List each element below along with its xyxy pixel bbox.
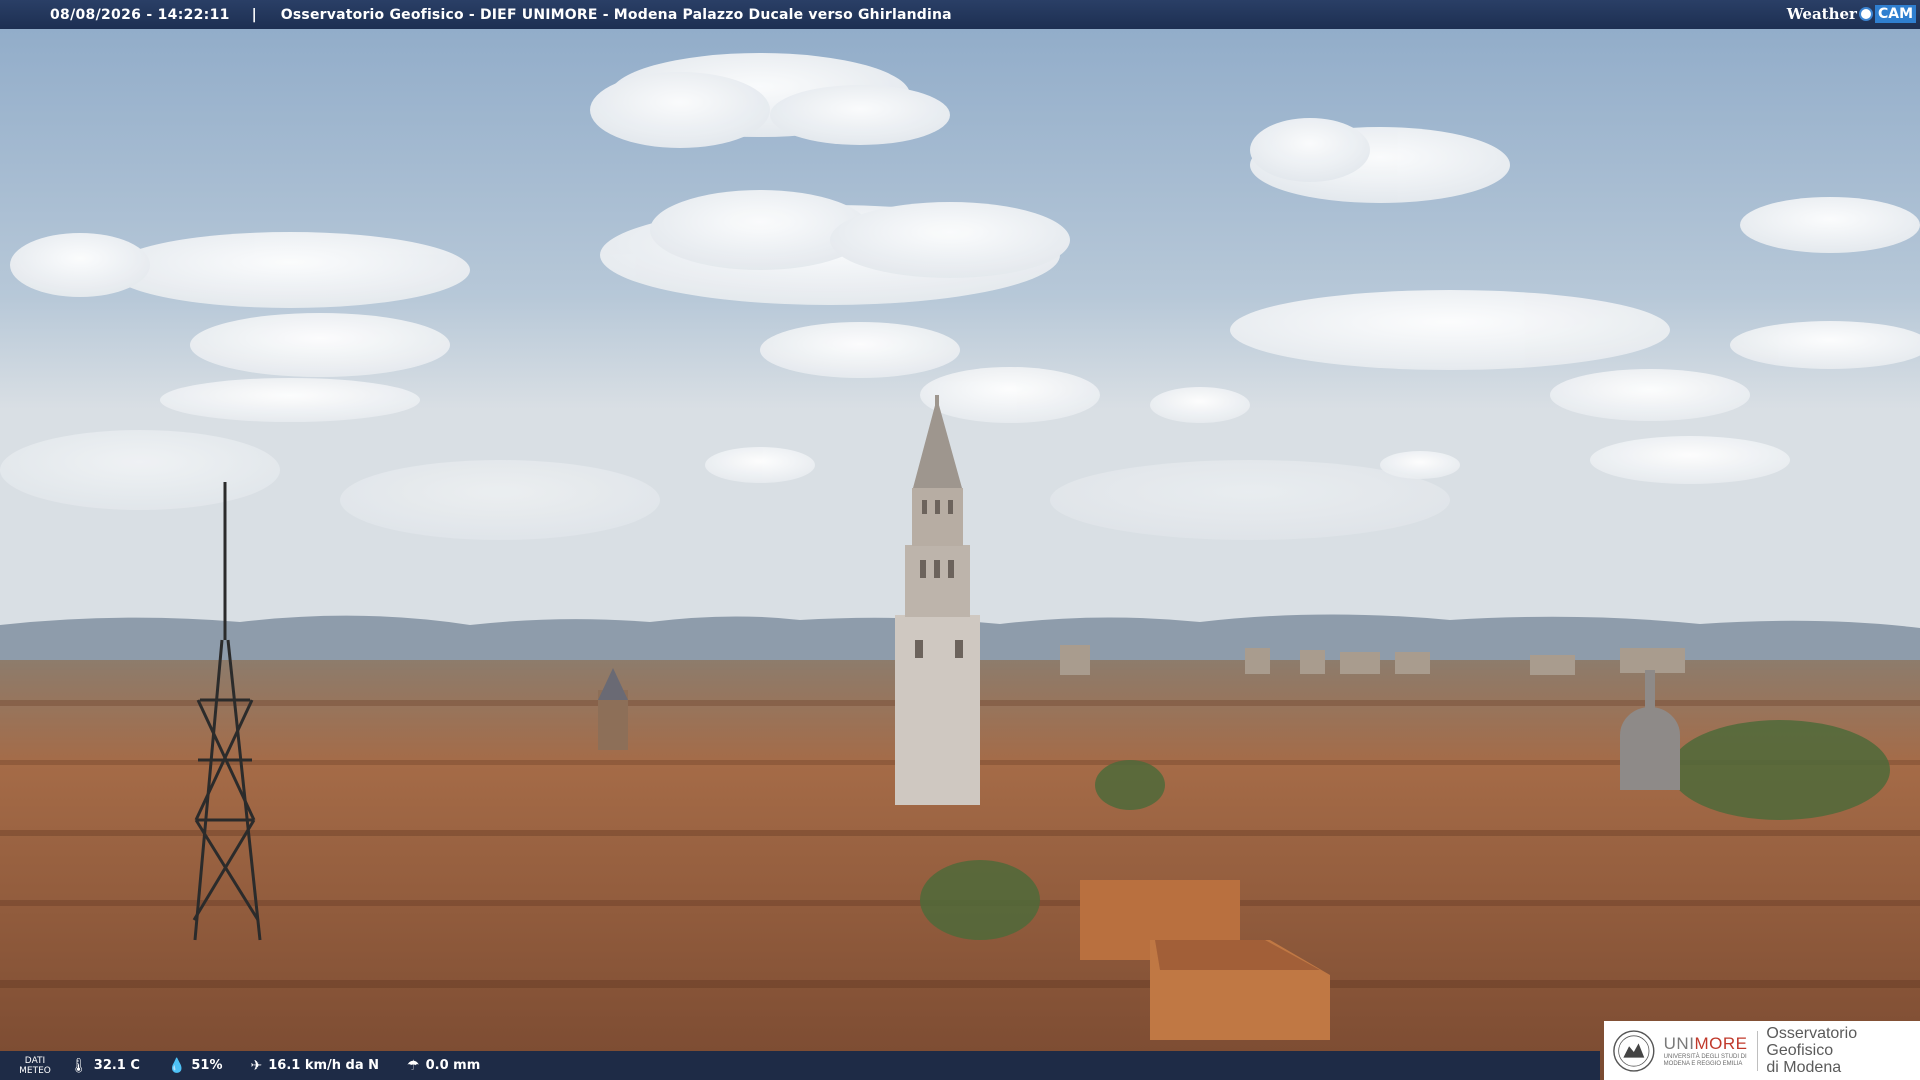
humidity-value: 51%: [191, 1058, 223, 1073]
camera-title: Osservatorio Geofisico - DIEF UNIMORE - …: [280, 6, 952, 23]
rain-reading: ☂ 0.0 mm: [407, 1058, 480, 1074]
temperature-value: 32.1 C: [93, 1058, 140, 1073]
meteo-label-line2: METEO: [19, 1065, 51, 1076]
globe-icon: [1858, 7, 1873, 21]
wind-reading: ✈ 16.1 km/h da N: [251, 1058, 380, 1074]
timestamp: 08/08/2026 - 14:22:11: [50, 6, 230, 23]
thermometer-icon: 🌡: [70, 1057, 88, 1074]
meteo-label-line1: DATI: [24, 1055, 46, 1066]
wind-value: 16.1 km/h da N: [268, 1058, 380, 1073]
temperature-reading: 🌡 32.1 C: [70, 1058, 140, 1074]
top-info-bar: 08/08/2026 - 14:22:11 | Osservatorio Geo…: [0, 0, 1920, 29]
meteo-label: DATI METEO: [0, 1056, 70, 1076]
unimore-prefix: UNI: [1663, 1033, 1695, 1053]
branding-divider: [1757, 1030, 1759, 1071]
unimore-highlight: MORE: [1694, 1033, 1748, 1053]
humidity-icon: 💧: [167, 1057, 186, 1074]
observatory-name: Osservatorio Geofisico di Modena: [1766, 1025, 1920, 1076]
unimore-seal-icon: [1613, 1029, 1655, 1072]
rain-value: 0.0 mm: [425, 1058, 481, 1073]
observatory-line1: Osservatorio Geofisico: [1766, 1025, 1858, 1059]
logo-cam-text: CAM: [1874, 5, 1916, 23]
unimore-sub-line1: UNIVERSITÀ DEGLI STUDI DI: [1663, 1053, 1747, 1060]
umbrella-icon: ☂: [407, 1057, 420, 1074]
unimore-branding: UNIMORE UNIVERSITÀ DEGLI STUDI DI MODENA…: [1604, 1021, 1920, 1080]
separator: |: [251, 6, 257, 23]
unimore-sub-line2: MODENA E REGGIO EMILIA: [1663, 1060, 1743, 1067]
wind-icon: ✈: [250, 1057, 263, 1074]
weathercam-logo: Weather CAM: [1787, 3, 1916, 25]
unimore-name: UNIMORE: [1664, 1034, 1748, 1054]
observatory-line2: di Modena: [1766, 1059, 1842, 1076]
meteo-bar: DATI METEO 🌡 32.1 C 💧 51% ✈ 16.1 km/h da…: [0, 1051, 1600, 1080]
humidity-reading: 💧 51%: [168, 1058, 223, 1074]
webcam-scene: [0, 0, 1920, 1080]
unimore-text: UNIMORE UNIVERSITÀ DEGLI STUDI DI MODENA…: [1664, 1034, 1748, 1068]
logo-weather-text: Weather: [1786, 5, 1857, 23]
